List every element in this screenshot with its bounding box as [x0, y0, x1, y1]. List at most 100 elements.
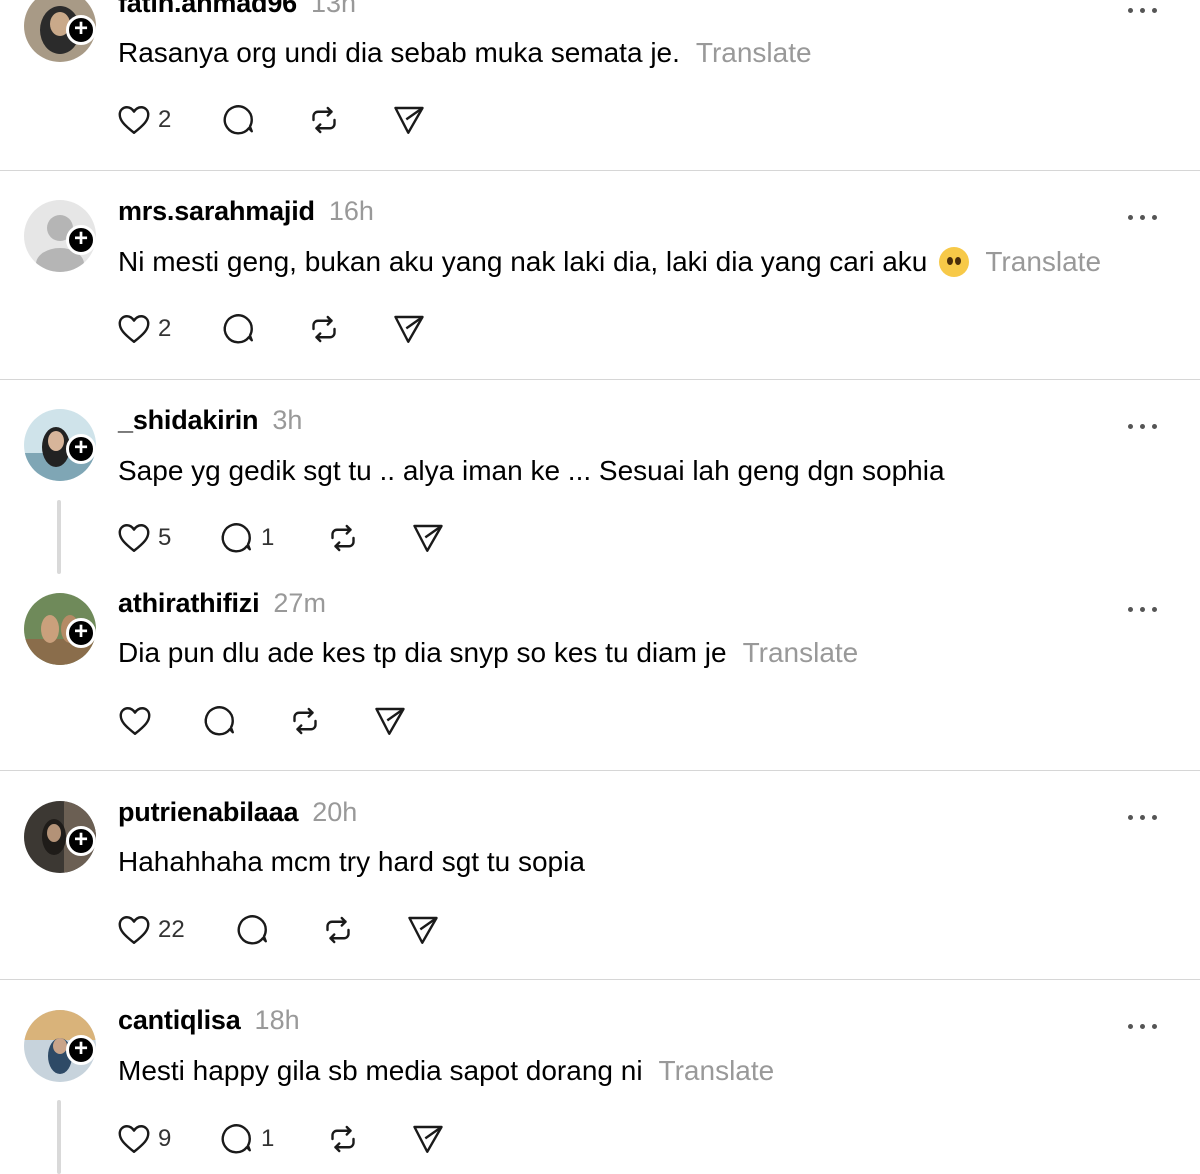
post-text: Dia pun dlu ade kes tp dia snyp so kes t…	[118, 633, 858, 673]
share-button[interactable]	[372, 701, 408, 741]
comment-icon	[221, 311, 257, 347]
action-bar: 2	[0, 100, 1200, 140]
username[interactable]: athirathifizi	[118, 588, 260, 619]
more-icon[interactable]	[1128, 807, 1164, 827]
more-icon[interactable]	[1128, 599, 1164, 619]
reply-button[interactable]	[235, 910, 271, 950]
translate-link[interactable]: Translate	[659, 1055, 775, 1087]
post-text: Mesti happy gila sb media sapot dorang n…	[118, 1051, 774, 1091]
like-button[interactable]	[117, 701, 153, 741]
comment-icon	[221, 102, 257, 138]
avatar[interactable]: +	[24, 593, 96, 665]
action-bar: 5 1	[0, 518, 1200, 558]
post-body: Mesti happy gila sb media sapot dorang n…	[118, 1055, 643, 1086]
like-count: 2	[158, 315, 172, 342]
avatar[interactable]: +	[24, 409, 96, 481]
repost-button[interactable]	[287, 701, 323, 741]
send-icon	[372, 703, 408, 739]
like-button[interactable]: 2	[116, 100, 171, 140]
share-button[interactable]	[391, 309, 427, 349]
reply-button[interactable]: 1	[219, 1119, 274, 1159]
woozy-face-emoji	[939, 247, 970, 277]
repost-icon	[325, 1121, 361, 1157]
like-count: 9	[158, 1125, 172, 1152]
divider	[0, 170, 1200, 171]
heart-icon	[116, 520, 152, 556]
username[interactable]: mrs.sarahmajid	[118, 196, 315, 227]
post-body: Dia pun dlu ade kes tp dia snyp so kes t…	[118, 637, 727, 668]
divider	[0, 379, 1200, 380]
repost-icon	[325, 520, 361, 556]
follow-plus-icon[interactable]: +	[66, 1035, 96, 1065]
share-button[interactable]	[405, 910, 441, 950]
heart-icon	[116, 311, 152, 347]
action-bar: 9 1	[0, 1119, 1200, 1159]
post-body: Ni mesti geng, bukan aku yang nak laki d…	[118, 246, 928, 277]
avatar[interactable]: +	[24, 801, 96, 873]
repost-button[interactable]	[306, 100, 342, 140]
timestamp: 3h	[272, 405, 303, 435]
post-text: Ni mesti geng, bukan aku yang nak laki d…	[118, 242, 1101, 282]
avatar[interactable]: +	[24, 0, 96, 62]
more-icon[interactable]	[1128, 0, 1164, 20]
reply-button[interactable]: 1	[219, 518, 274, 558]
like-button[interactable]: 22	[116, 910, 185, 950]
translate-link[interactable]: Translate	[743, 637, 859, 669]
repost-button[interactable]	[306, 309, 342, 349]
post-text: Hahahhaha mcm try hard sgt tu sopia	[118, 842, 585, 882]
timestamp: 27m	[273, 588, 326, 618]
comment-icon	[219, 1121, 255, 1157]
divider	[0, 979, 1200, 980]
reply-button[interactable]	[221, 100, 257, 140]
action-bar: 2	[0, 309, 1200, 349]
more-icon[interactable]	[1128, 416, 1164, 436]
repost-button[interactable]	[325, 518, 361, 558]
follow-plus-icon[interactable]: +	[66, 225, 96, 255]
share-button[interactable]	[410, 1119, 446, 1159]
send-icon	[405, 912, 441, 948]
timestamp: 20h	[312, 797, 358, 827]
follow-plus-icon[interactable]: +	[66, 15, 96, 45]
reply-button[interactable]	[202, 701, 238, 741]
username[interactable]: cantiqlisa	[118, 1005, 241, 1036]
like-button[interactable]: 9	[116, 1119, 171, 1159]
repost-button[interactable]	[325, 1119, 361, 1159]
avatar[interactable]: +	[24, 1010, 96, 1082]
repost-icon	[287, 703, 323, 739]
reply-button[interactable]	[221, 309, 257, 349]
action-bar	[0, 701, 1200, 741]
post-body: Rasanya org undi dia sebab muka semata j…	[118, 37, 680, 68]
like-button[interactable]: 2	[116, 309, 171, 349]
send-icon	[410, 520, 446, 556]
avatar[interactable]: +	[24, 200, 96, 272]
username[interactable]: putrienabilaaa	[118, 797, 298, 828]
post-header: athirathifizi 27m	[118, 588, 326, 628]
comment-icon	[235, 912, 271, 948]
username[interactable]: fatin.ahmad96	[118, 0, 297, 19]
more-icon[interactable]	[1128, 207, 1164, 227]
like-button[interactable]: 5	[116, 518, 171, 558]
repost-icon	[306, 102, 342, 138]
share-button[interactable]	[410, 518, 446, 558]
like-count: 2	[158, 106, 172, 133]
post-body: Hahahhaha mcm try hard sgt tu sopia	[118, 846, 585, 877]
reply-count: 1	[261, 1125, 275, 1152]
post-body: Sape yg gedik sgt tu .. alya iman ke ...…	[118, 455, 945, 486]
more-icon[interactable]	[1128, 1016, 1164, 1036]
repost-icon	[306, 311, 342, 347]
timestamp: 18h	[254, 1005, 300, 1035]
username[interactable]: _shidakirin	[118, 405, 259, 436]
translate-link[interactable]: Translate	[696, 37, 812, 69]
timestamp: 13h	[310, 0, 357, 18]
share-button[interactable]	[391, 100, 427, 140]
follow-plus-icon[interactable]: +	[66, 618, 96, 648]
comment-icon	[219, 520, 255, 556]
translate-link[interactable]: Translate	[985, 246, 1101, 278]
comment-icon	[202, 703, 238, 739]
post-text: Sape yg gedik sgt tu .. alya iman ke ...…	[118, 451, 945, 491]
follow-plus-icon[interactable]: +	[66, 826, 96, 856]
send-icon	[410, 1121, 446, 1157]
post-header: mrs.sarahmajid 16h	[118, 196, 374, 236]
repost-button[interactable]	[320, 910, 356, 950]
follow-plus-icon[interactable]: +	[66, 434, 96, 464]
